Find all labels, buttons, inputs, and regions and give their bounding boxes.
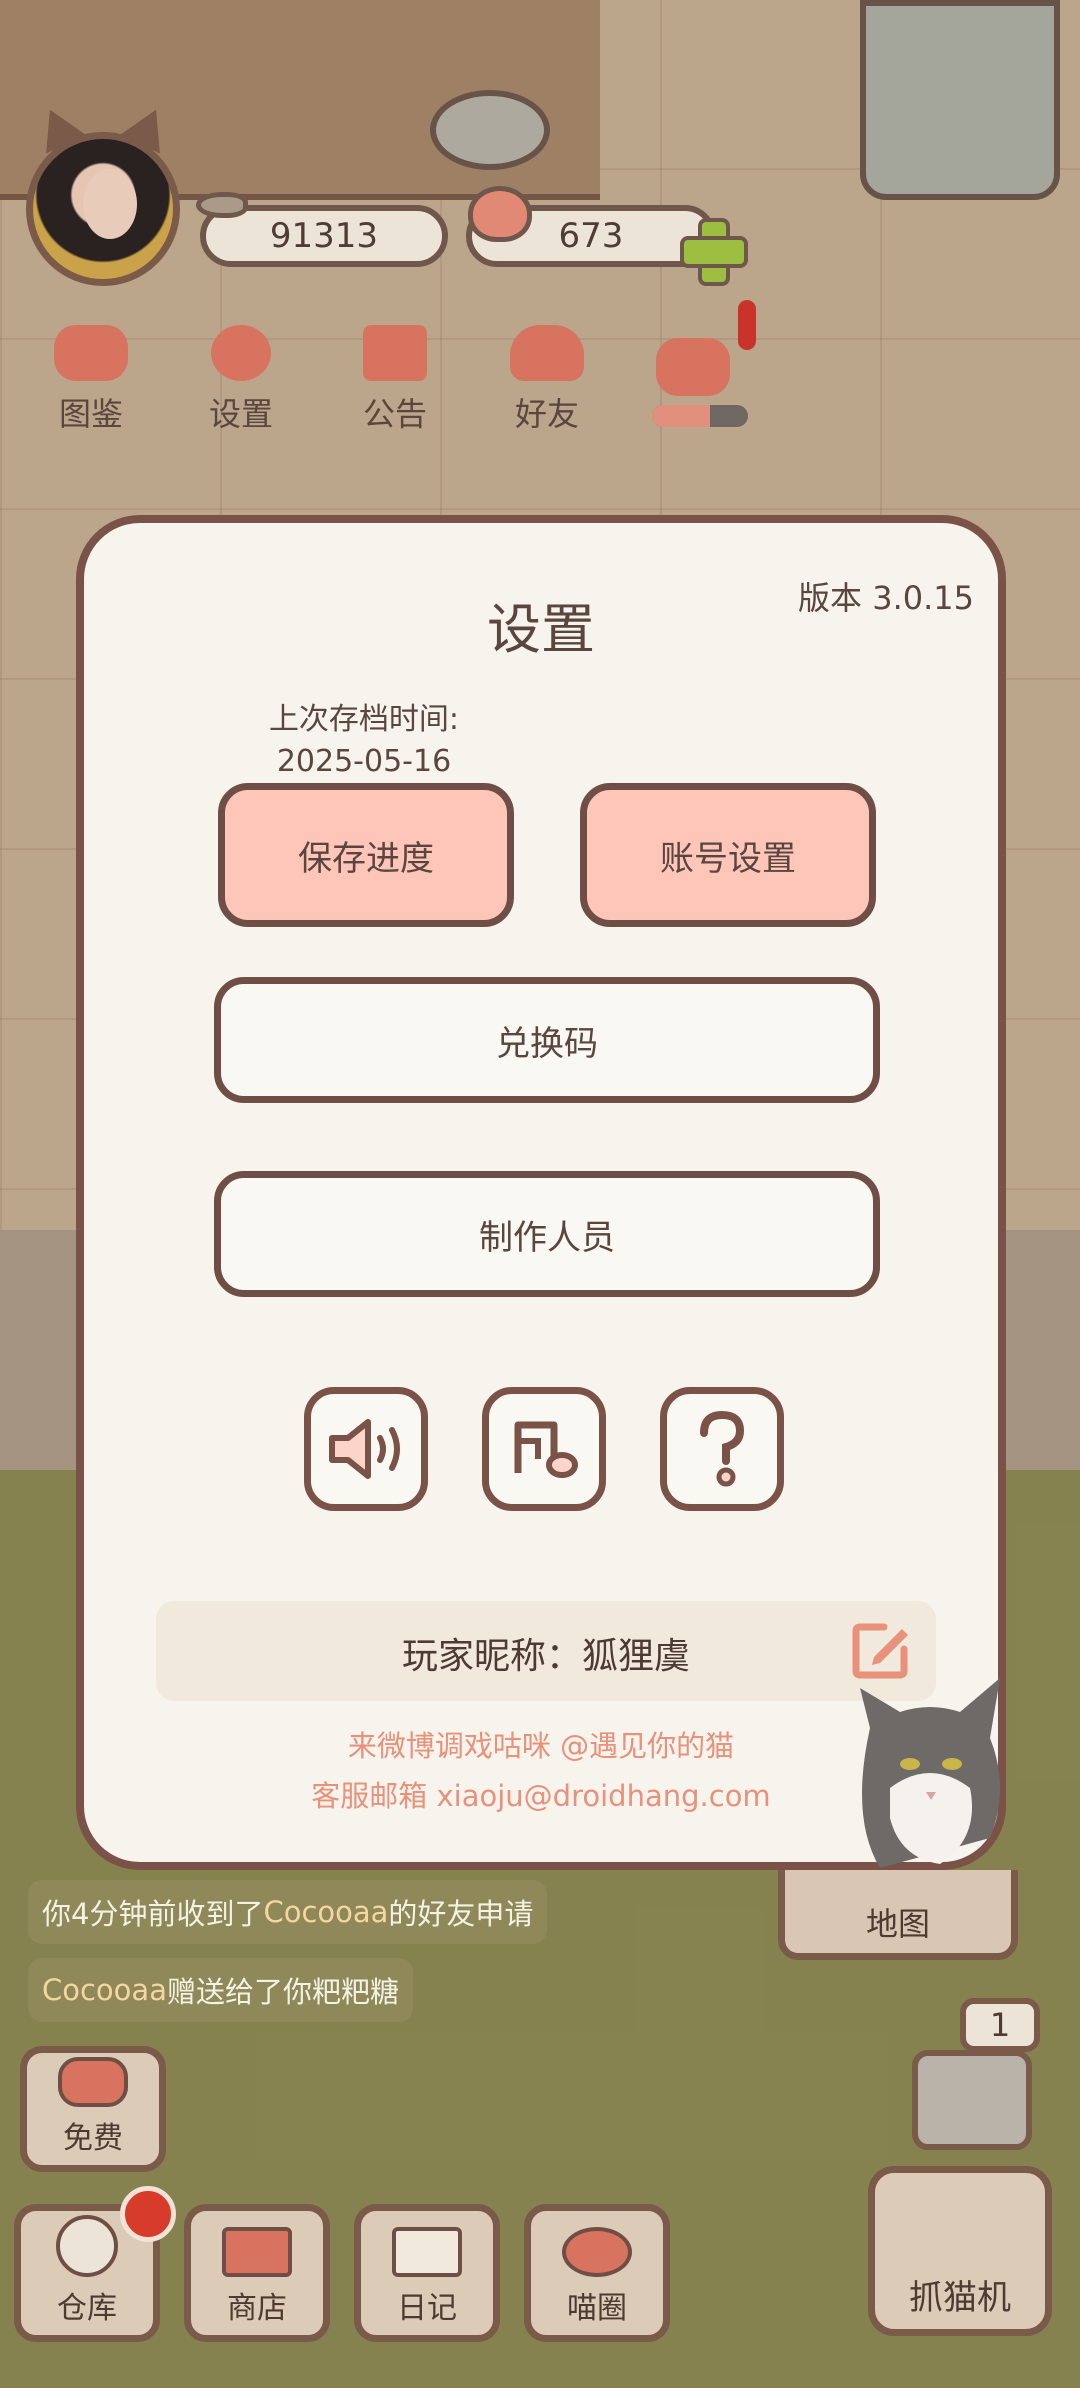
chat-message: Cocooaa 赠送给了你粑粑糖 <box>28 1958 413 2022</box>
account-settings-label: 账号设置 <box>660 838 796 879</box>
nav-friends-label: 好友 <box>514 395 579 433</box>
chat-message-suffix: 赠送给了你粑粑糖 <box>166 1975 399 2009</box>
shop-label: 商店 <box>227 2291 287 2326</box>
love-progress-bar <box>652 405 748 427</box>
last-save-label: 上次存档时间: <box>268 702 460 737</box>
warehouse-badge <box>120 2186 176 2242</box>
music-note-icon <box>514 1421 578 1478</box>
claw-machine-icon <box>912 2050 1032 2150</box>
heart-value: 673 <box>558 216 624 256</box>
fish-icon <box>196 192 248 218</box>
planet-cat-icon <box>562 2227 632 2277</box>
save-progress-button[interactable]: 保存进度 <box>218 783 514 927</box>
nickname-text: 玩家昵称：狐狸虞 <box>401 1636 690 1677</box>
claw-count-badge: 1 <box>960 1998 1040 2052</box>
chat-message-name: Cocooaa <box>263 1895 389 1929</box>
warehouse-label: 仓库 <box>57 2291 117 2326</box>
settings-dialog: 设置 版本 3.0.15 上次存档时间: 2025-05-16 00:48 保存… <box>76 515 1006 1870</box>
chat-message-suffix: 的好友申请 <box>388 1897 534 1931</box>
cat-circle-button[interactable]: 喵圈 <box>524 2204 670 2342</box>
music-toggle-button[interactable] <box>482 1387 606 1511</box>
redeem-code-label: 兑换码 <box>496 1023 598 1064</box>
chat-message: 你4分钟前收到了 Cocooaa 的好友申请 <box>28 1880 548 1944</box>
diary-label: 日记 <box>397 2291 457 2326</box>
credits-button[interactable]: 制作人员 <box>214 1171 880 1297</box>
love-progress-fill <box>652 405 710 427</box>
shop-button[interactable]: 商店 <box>184 2204 330 2342</box>
friends-icon <box>510 325 584 381</box>
nickname-bar: 玩家昵称：狐狸虞 <box>156 1601 936 1701</box>
claw-machine-button[interactable]: 抓猫机 <box>868 2166 1052 2336</box>
sound-icon <box>329 1419 400 1479</box>
avatar-face <box>83 169 137 239</box>
warehouse-icon <box>56 2215 118 2277</box>
notification-badge <box>738 300 756 350</box>
cat-photo-sticker <box>860 1678 1000 1868</box>
love-heart-icon[interactable] <box>656 338 730 396</box>
map-label: 地图 <box>865 1905 930 1943</box>
player-avatar[interactable] <box>26 132 180 286</box>
nav-announcement[interactable]: 公告 <box>340 325 450 435</box>
cat-circle-label: 喵圈 <box>567 2291 627 2326</box>
heart-icon <box>58 2057 128 2107</box>
nav-collection[interactable]: 图鉴 <box>36 325 146 435</box>
nav-collection-label: 图鉴 <box>58 395 123 433</box>
credits-label: 制作人员 <box>479 1217 615 1258</box>
free-label: 免费 <box>63 2121 123 2156</box>
chat-message-prefix: 你4分钟前收到了 <box>42 1897 264 1931</box>
help-button[interactable] <box>660 1387 784 1511</box>
shop-icon <box>222 2227 292 2277</box>
help-icon <box>700 1410 745 1487</box>
claw-machine-label: 抓猫机 <box>909 2278 1011 2318</box>
save-progress-label: 保存进度 <box>298 838 434 879</box>
claw-count: 1 <box>989 2006 1011 2044</box>
gear-icon <box>211 325 271 381</box>
nav-friends[interactable]: 好友 <box>492 325 602 435</box>
account-settings-button[interactable]: 账号设置 <box>580 783 876 927</box>
free-button[interactable]: 免费 <box>20 2046 166 2172</box>
redeem-code-button[interactable]: 兑换码 <box>214 977 880 1103</box>
nav-settings[interactable]: 设置 <box>186 325 296 435</box>
chat-message-name: Cocooaa <box>42 1973 167 2007</box>
nav-announcement-label: 公告 <box>362 395 427 433</box>
nav-settings-label: 设置 <box>208 395 273 433</box>
add-hearts-button[interactable] <box>680 218 748 286</box>
version-label: 版本 3.0.15 <box>798 579 974 617</box>
fish-coin-value: 91313 <box>269 216 379 256</box>
sound-toggle-button[interactable] <box>304 1387 428 1511</box>
diary-button[interactable]: 日记 <box>354 2204 500 2342</box>
map-button[interactable]: 地图 <box>778 1870 1018 1960</box>
heart-icon <box>468 186 532 242</box>
cat-face-icon <box>54 325 128 381</box>
diary-icon <box>392 2227 462 2277</box>
gift-icon <box>363 325 427 381</box>
